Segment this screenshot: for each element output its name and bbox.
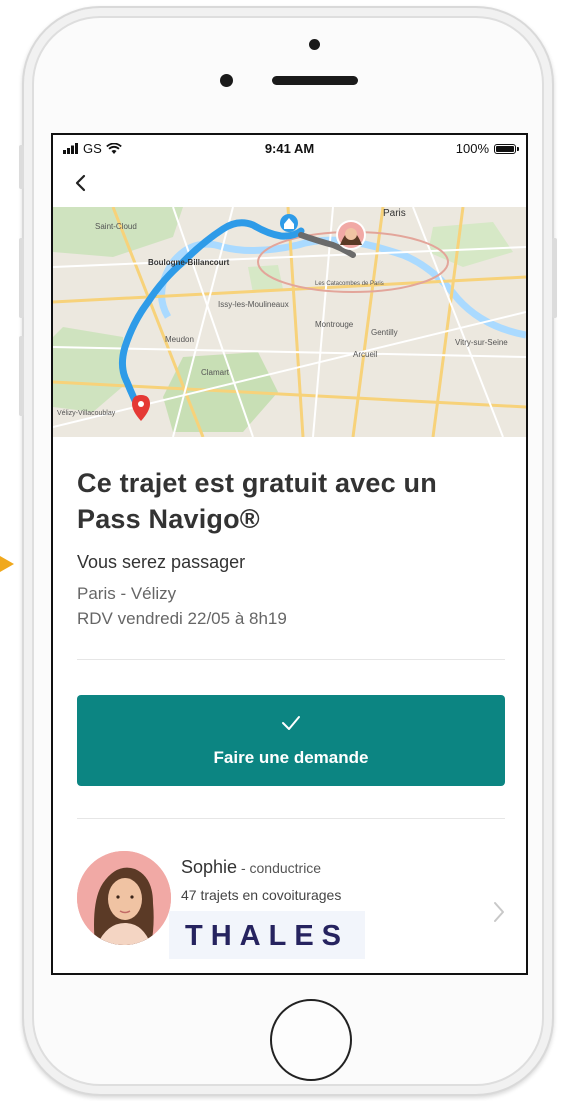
driver-role: - conductrice (237, 860, 322, 876)
chevron-right-icon (494, 902, 504, 922)
map-label: Gentilly (371, 328, 398, 337)
home-button[interactable] (270, 999, 352, 1081)
meeting-time: RDV vendredi 22/05 à 8h19 (77, 609, 287, 628)
earpiece-speaker (272, 76, 358, 85)
company-logo: THALES (169, 911, 365, 959)
battery-percent: 100% (455, 141, 489, 156)
map-label: Vélizy-Villacoublay (57, 410, 116, 417)
driver-name: Sophie (181, 857, 238, 877)
battery-icon (494, 143, 519, 154)
chevron-left-icon[interactable] (69, 169, 93, 197)
map-label: Meudon (165, 335, 194, 344)
driver-card[interactable]: Sophie - conductrice 47 trajets en covoi… (77, 845, 505, 959)
driver-map-avatar (336, 220, 366, 250)
driver-photo (77, 851, 171, 945)
map-label: Clamart (201, 368, 230, 377)
request-button[interactable]: Faire une demande (77, 695, 505, 786)
map-label: Les Catacombes de Paris (315, 281, 384, 287)
power-button (552, 238, 557, 318)
volume-down-button (19, 336, 24, 416)
map-label: Boulogne-Billancourt (148, 258, 230, 267)
request-button-label: Faire une demande (213, 748, 369, 767)
mute-switch (19, 145, 24, 189)
trip-route: Paris - Vélizy (77, 584, 177, 603)
app-screen: GS 9:41 AM 100% Paris Boulogne-Billancou… (51, 133, 528, 975)
start-location-icon (280, 214, 298, 232)
proximity-sensor (309, 39, 320, 50)
trip-title: Ce trajet est gratuit avec un Pass Navig… (77, 468, 437, 534)
pointer-arrow (0, 556, 14, 572)
divider (77, 818, 505, 819)
volume-up-button (19, 238, 24, 318)
map-label: Arcueil (353, 350, 378, 359)
divider (77, 659, 505, 660)
driver-trip-count: 47 trajets en covoiturages (181, 887, 342, 903)
status-bar: GS 9:41 AM 100% (53, 135, 526, 163)
map-label: Vitry-sur-Seine (455, 338, 508, 347)
company-logo-text: THALES (185, 920, 349, 952)
passenger-role: Vous serez passager (77, 552, 246, 572)
driver-name-line: Sophie - conductrice (181, 857, 321, 878)
status-right: 100% (455, 141, 519, 156)
route-map[interactable]: Paris Boulogne-Billancourt Saint-Cloud I… (53, 207, 526, 437)
map-label: Paris (383, 208, 406, 219)
map-label: Issy-les-Moulineaux (218, 300, 289, 309)
map-label: Saint-Cloud (95, 222, 137, 231)
avatar (77, 851, 171, 945)
map-label: Montrouge (315, 320, 354, 329)
front-camera (220, 74, 233, 87)
check-icon (282, 716, 300, 730)
